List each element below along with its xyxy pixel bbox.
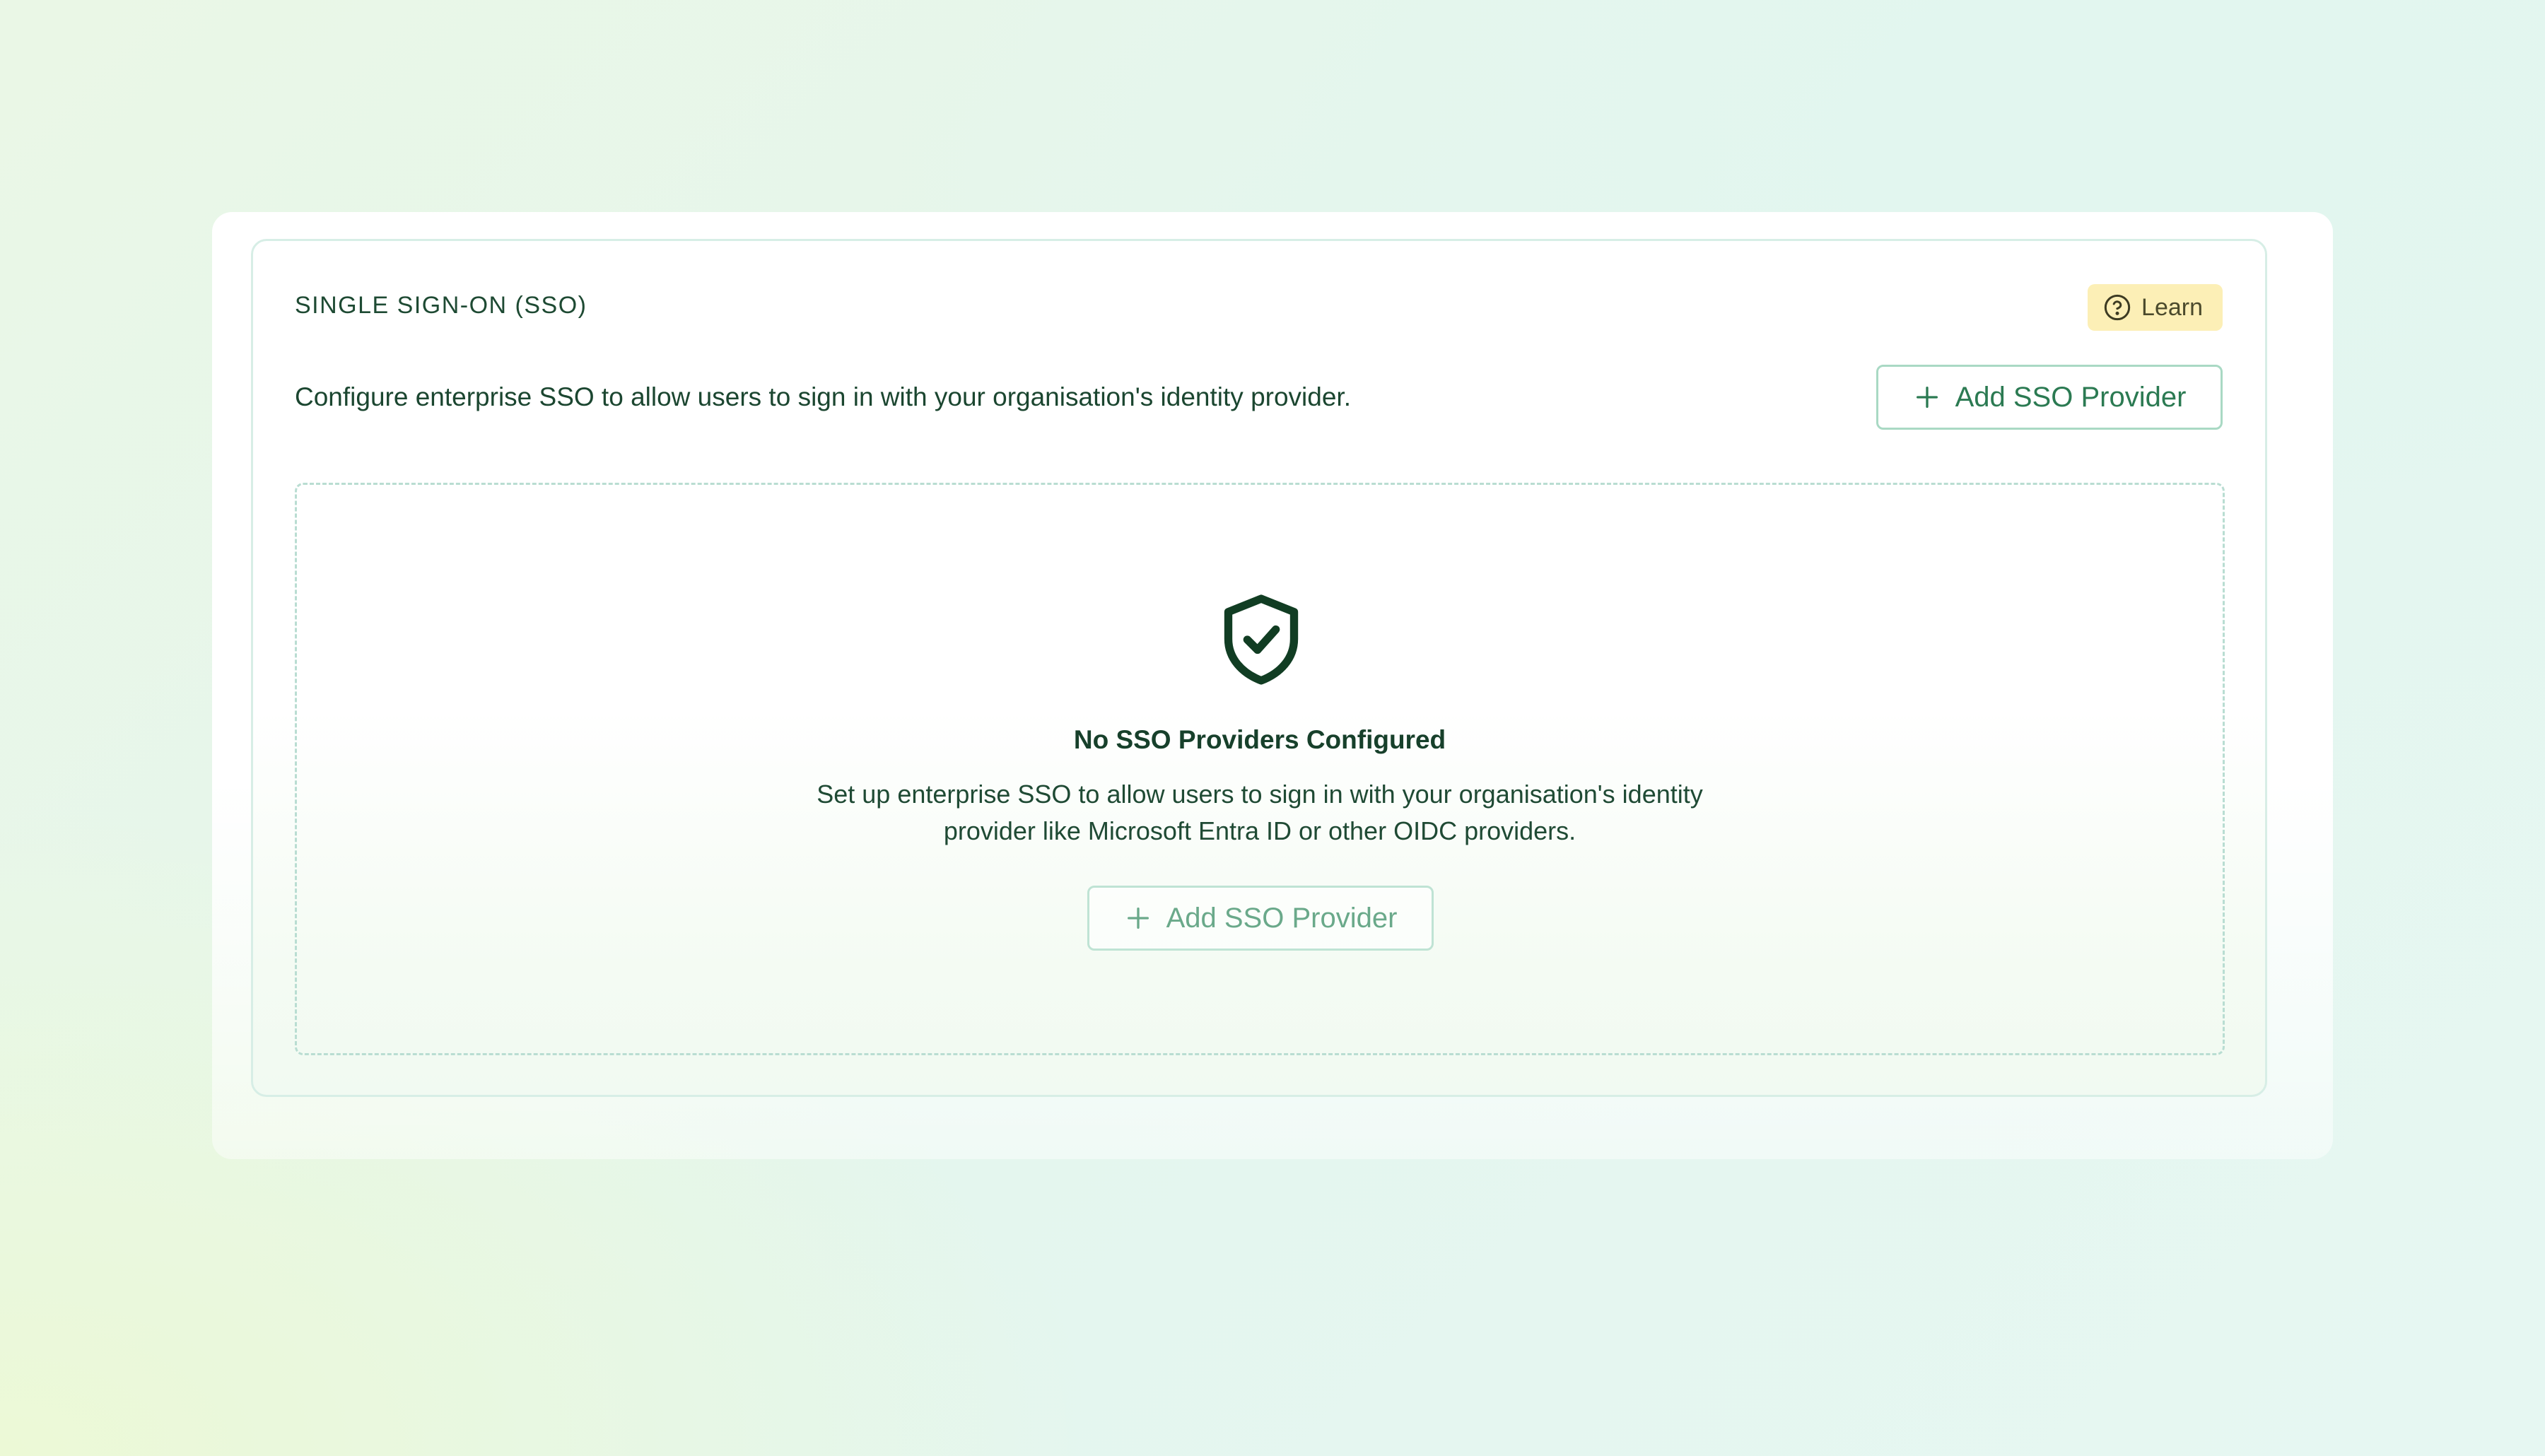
plus-icon xyxy=(1124,904,1152,932)
empty-state-add-sso-provider-label: Add SSO Provider xyxy=(1166,902,1398,934)
empty-state-description-line: provider like Microsoft Entra ID or othe… xyxy=(943,816,1576,845)
empty-state-title: No SSO Providers Configured xyxy=(1073,725,1446,754)
add-sso-provider-button[interactable]: Add SSO Provider xyxy=(1876,365,2223,430)
shield-check-icon xyxy=(1224,594,1299,685)
settings-panel: SINGLE SIGN-ON (SSO) Learn Configure ent… xyxy=(212,212,2333,1159)
section-title: SINGLE SIGN-ON (SSO) xyxy=(295,292,587,319)
empty-state-description: Set up enterprise SSO to allow users to … xyxy=(297,776,2223,850)
empty-state-description-line: Set up enterprise SSO to allow users to … xyxy=(817,780,1703,809)
empty-state-add-sso-provider-button[interactable]: Add SSO Provider xyxy=(1087,886,1434,951)
plus-icon xyxy=(1913,383,1941,411)
help-circle-icon xyxy=(2103,293,2131,322)
learn-button-label: Learn xyxy=(2141,293,2203,321)
section-description: Configure enterprise SSO to allow users … xyxy=(295,382,1351,411)
empty-state: No SSO Providers Configured Set up enter… xyxy=(295,483,2225,1055)
sso-section-card: SINGLE SIGN-ON (SSO) Learn Configure ent… xyxy=(251,239,2267,1097)
learn-button[interactable]: Learn xyxy=(2088,284,2223,331)
add-sso-provider-label: Add SSO Provider xyxy=(1955,381,2187,413)
